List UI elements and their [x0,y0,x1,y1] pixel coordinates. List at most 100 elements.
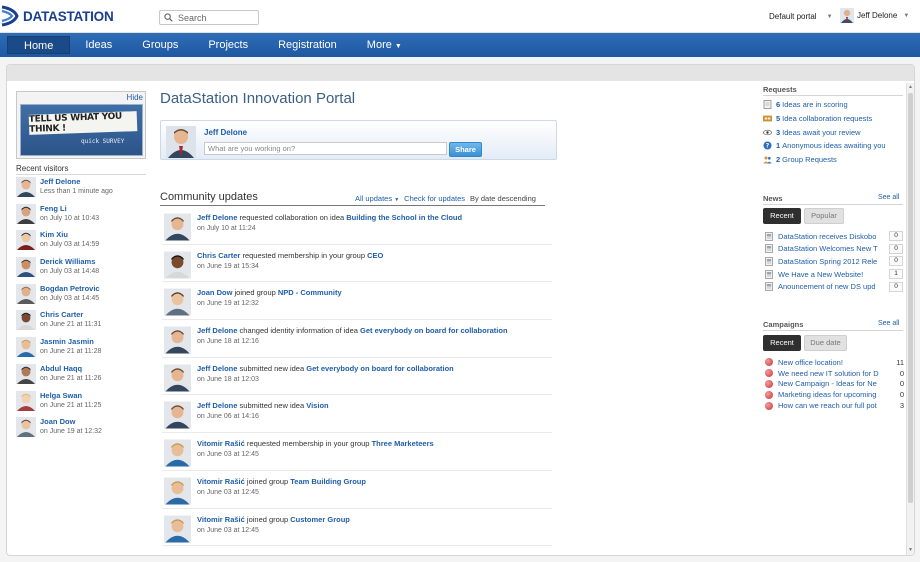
share-button[interactable]: Share [449,142,482,157]
feed-target-link[interactable]: Vision [306,401,328,410]
campaign-item[interactable]: How can we reach our full pot 3 [765,400,905,411]
news-item[interactable]: Anouncement of new DS upd 0 [765,280,905,293]
avatar[interactable] [16,337,36,358]
news-item[interactable]: We Have a New Website! 1 [765,268,905,281]
visitor-name[interactable]: Bogdan Petrovic [40,284,100,294]
request-item[interactable]: 2 Group Requests [763,153,903,167]
avatar[interactable] [164,287,191,317]
visitor-item[interactable]: Joan Dow on June 19 at 12:32 [16,417,146,444]
feed-target-link[interactable]: Three Marketeers [372,439,434,448]
feed-actor-link[interactable]: Chris Carter [197,251,240,260]
feed-target-link[interactable]: CEO [367,251,383,260]
news-title-link[interactable]: DataStation Spring 2012 Rele [778,257,884,266]
nav-item-projects[interactable]: Projects [199,36,257,54]
survey-banner[interactable]: Hide TELL US WHAT YOU THINK ! quick SURV… [16,91,146,159]
feed-target-link[interactable]: Get everybody on board for collaboration [360,326,508,335]
avatar[interactable] [164,476,191,506]
scroll-up-icon[interactable]: ▲ [907,83,914,92]
avatar[interactable] [16,417,36,438]
feed-target-link[interactable]: Customer Group [290,515,350,524]
news-tab-recent[interactable]: Recent [763,208,801,224]
news-item[interactable]: DataStation receives Diskobo 0 [765,230,905,243]
visitor-item[interactable]: Feng Li on July 10 at 10:43 [16,203,146,231]
news-see-all-link[interactable]: See all [878,194,899,201]
campaign-item[interactable]: New office location! 11 [765,357,905,368]
news-item[interactable]: DataStation Welcomes New T 0 [765,243,905,256]
feed-target-link[interactable]: NPD - Community [278,288,342,297]
feed-target-link[interactable]: Team Building Group [290,477,366,486]
request-item[interactable]: ? 1 Anonymous ideas awaiting you [763,139,903,153]
search-box[interactable] [159,10,259,25]
visitor-name[interactable]: Abdul Haqq [40,364,101,374]
survey-image[interactable]: TELL US WHAT YOU THINK ! quick SURVEY [20,104,143,156]
avatar[interactable] [16,257,36,278]
visitor-name[interactable]: Chris Carter [40,310,101,320]
news-title-link[interactable]: DataStation Welcomes New T [778,244,884,253]
nav-item-groups[interactable]: Groups [133,36,187,54]
avatar[interactable] [16,283,36,304]
news-title-link[interactable]: DataStation receives Diskobo [778,232,884,241]
avatar[interactable] [16,230,36,251]
visitor-item[interactable]: Kim Xiu on July 03 at 14:59 [16,230,146,257]
feed-actor-link[interactable]: Jeff Delone [197,401,237,410]
campaign-item[interactable]: We need new IT solution for D 0 [765,368,905,379]
news-title-link[interactable]: Anouncement of new DS upd [778,282,884,291]
search-input[interactable] [178,12,258,23]
campaign-item[interactable]: New Campaign - Ideas for Ne 0 [765,379,905,390]
campaign-title-link[interactable]: Marketing ideas for upcoming [778,390,882,399]
news-tab-popular[interactable]: Popular [804,208,844,224]
visitor-item[interactable]: Jasmin Jasmin on June 21 at 11:28 [16,337,146,364]
share-user-name[interactable]: Jeff Delone [204,128,247,137]
visitor-name[interactable]: Derick Williams [40,257,99,267]
nav-item-registration[interactable]: Registration [269,36,346,54]
avatar[interactable] [16,310,36,331]
check-updates-link[interactable]: Check for updates [404,194,465,203]
visitor-item[interactable]: Jeff Delone Less than 1 minute ago [16,177,146,204]
avatar[interactable] [164,514,191,544]
nav-item-home[interactable]: Home [7,36,71,54]
nav-item-ideas[interactable]: Ideas [76,36,121,54]
avatar[interactable] [16,203,36,224]
scroll-down-icon[interactable]: ▼ [907,546,914,555]
visitor-name[interactable]: Joan Dow [40,417,102,427]
scrollbar[interactable]: ▲ ▼ [906,83,914,555]
feed-actor-link[interactable]: Joan Dow [197,288,232,297]
feed-actor-link[interactable]: Jeff Delone [197,326,237,335]
avatar[interactable] [164,325,191,355]
nav-item-more[interactable]: More ▼ [358,36,411,54]
visitor-item[interactable]: Helga Swan on June 21 at 11:25 [16,390,146,418]
avatar[interactable] [164,212,191,242]
avatar[interactable] [16,363,36,384]
feed-actor-link[interactable]: Vitomir Rašić [197,515,245,524]
campaigns-tab-recent[interactable]: Recent [763,335,801,351]
updates-filter-dropdown[interactable]: All updates ▼ [355,194,399,203]
campaign-title-link[interactable]: How can we reach our full pot [778,401,882,410]
visitor-name[interactable]: Helga Swan [40,391,101,401]
request-item[interactable]: 6 Ideas are in scoring [763,98,903,112]
feed-actor-link[interactable]: Jeff Delone [197,364,237,373]
request-item[interactable]: 3 Ideas await your review [763,125,903,139]
avatar[interactable] [164,438,191,468]
avatar[interactable] [16,390,36,411]
visitor-name[interactable]: Jeff Delone [40,177,113,187]
campaign-title-link[interactable]: New office location! [778,358,882,367]
campaigns-see-all-link[interactable]: See all [878,320,899,327]
feed-actor-link[interactable]: Jeff Delone [197,213,237,222]
visitor-name[interactable]: Feng Li [40,204,99,214]
feed-actor-link[interactable]: Vitomir Rašić [197,477,245,486]
campaign-title-link[interactable]: New Campaign - Ideas for Ne [778,379,882,388]
campaigns-tab-due-date[interactable]: Due date [804,335,847,351]
campaign-item[interactable]: Marketing ideas for upcoming 0 [765,389,905,400]
avatar[interactable] [16,177,36,197]
visitor-item[interactable]: Bogdan Petrovic on July 03 at 14:45 [16,283,146,311]
news-item[interactable]: DataStation Spring 2012 Rele 0 [765,255,905,268]
status-input[interactable] [204,142,447,155]
news-title-link[interactable]: We Have a New Website! [778,270,884,279]
avatar[interactable] [164,400,191,430]
portal-selector[interactable]: Default portal ▼ [769,12,833,21]
visitor-name[interactable]: Kim Xiu [40,230,99,240]
feed-target-link[interactable]: Building the School in the Cloud [346,213,462,222]
feed-actor-link[interactable]: Vitomir Rašić [197,439,245,448]
visitor-item[interactable]: Abdul Haqq on June 21 at 11:26 [16,363,146,391]
visitor-name[interactable]: Jasmin Jasmin [40,337,101,347]
